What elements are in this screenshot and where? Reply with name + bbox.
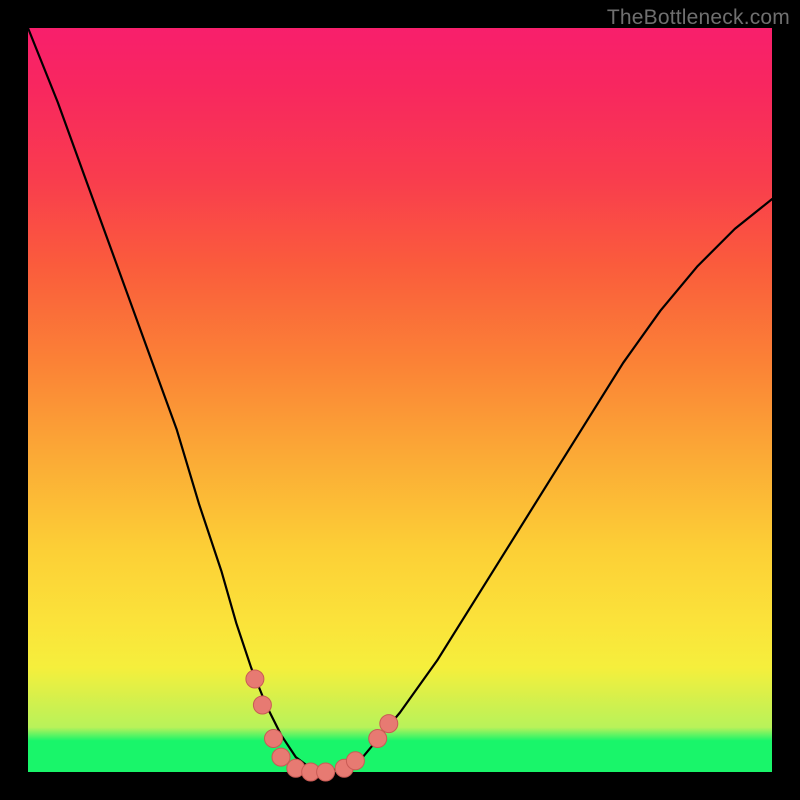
data-marker: [265, 730, 283, 748]
curve-layer: [28, 28, 772, 772]
chart-frame: TheBottleneck.com: [0, 0, 800, 800]
data-marker: [369, 730, 387, 748]
curve-markers: [246, 670, 398, 781]
data-marker: [253, 696, 271, 714]
data-marker: [380, 715, 398, 733]
data-marker: [272, 748, 290, 766]
bottleneck-curve: [28, 28, 772, 772]
data-marker: [317, 763, 335, 781]
data-marker: [246, 670, 264, 688]
plot-area: [28, 28, 772, 772]
watermark-text: TheBottleneck.com: [607, 6, 790, 30]
data-marker: [346, 752, 364, 770]
